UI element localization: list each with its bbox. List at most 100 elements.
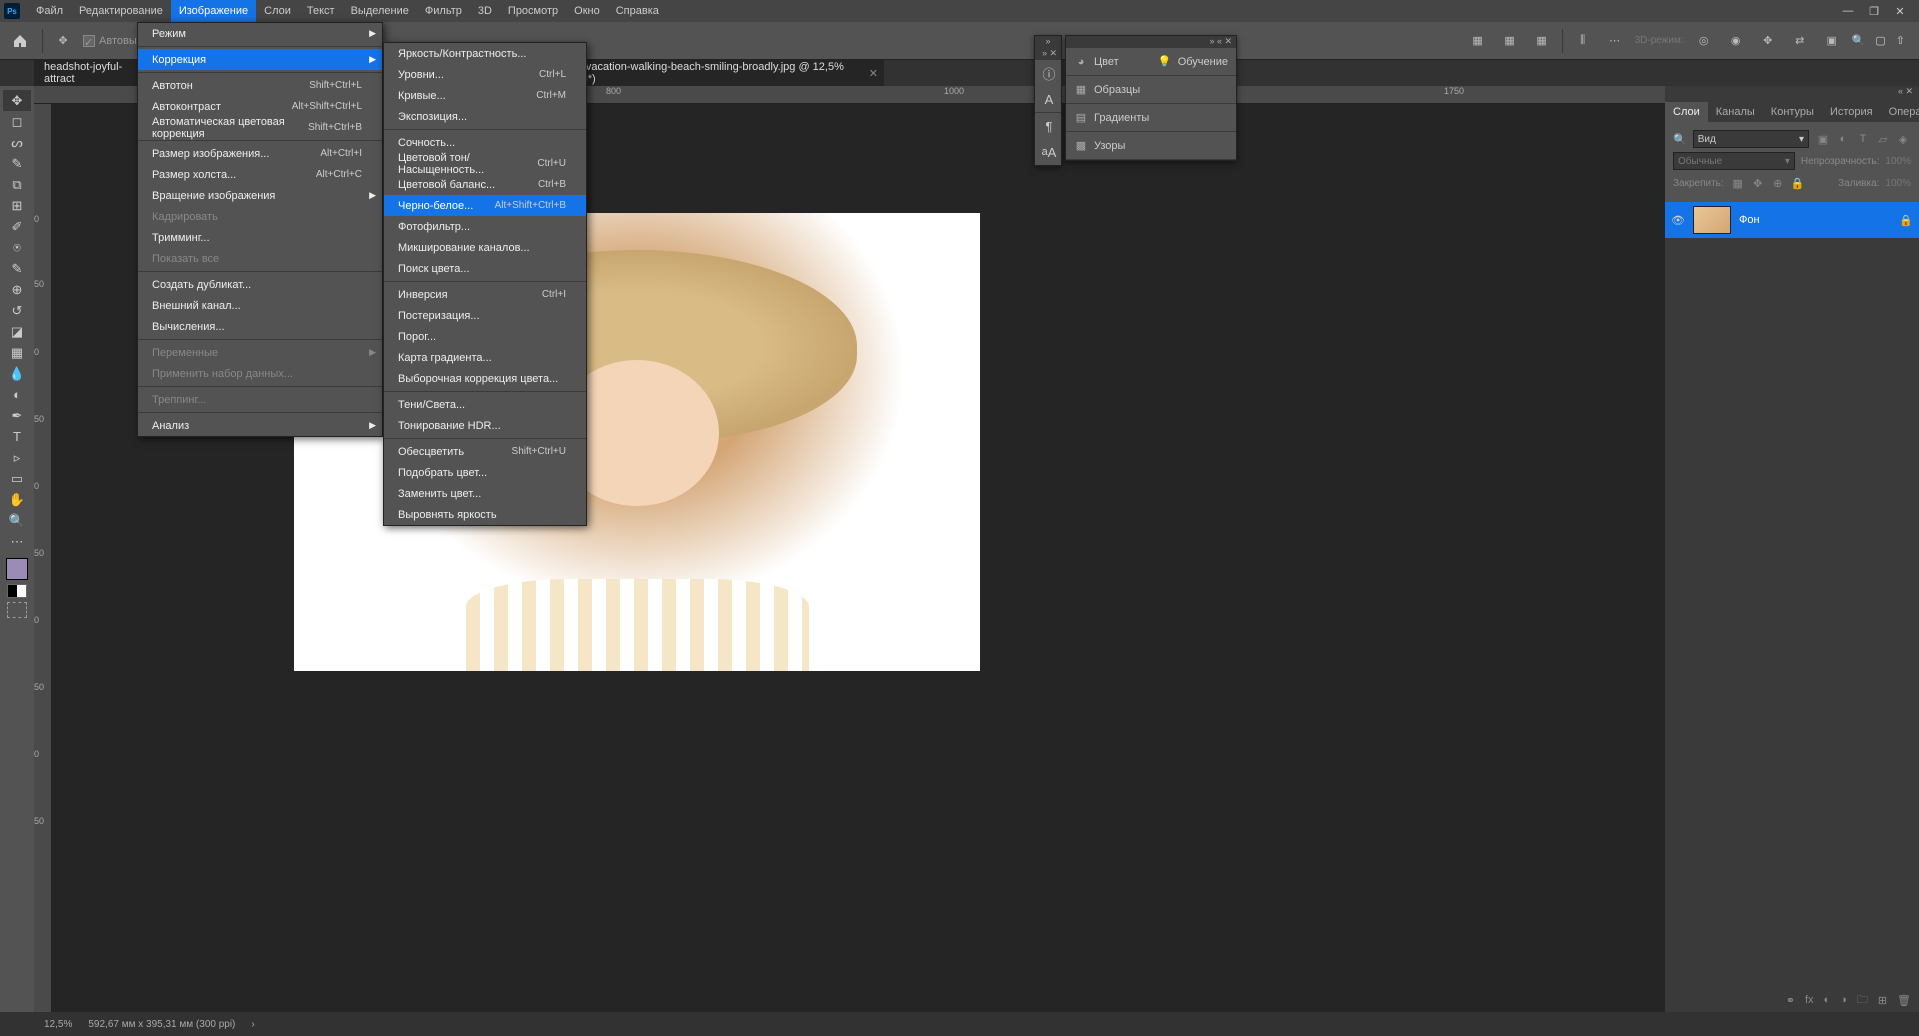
menu-item[interactable]: Тримминг... [138,227,382,248]
menu-item[interactable]: Постеризация... [384,305,586,326]
menu-item[interactable]: Анализ▶ [138,415,382,436]
share-icon[interactable]: ⇧ [1896,34,1905,47]
stamp-tool[interactable]: ⊕ [3,279,31,300]
glyphs-panel-icon[interactable]: aA [1035,139,1063,165]
learn-panel-button[interactable]: 💡Обучение [1150,55,1236,69]
menu-текст[interactable]: Текст [299,0,343,22]
adjustment-icon[interactable]: ◑ [1840,994,1847,1006]
healing-tool[interactable]: ⍟ [3,237,31,258]
new-layer-icon[interactable]: ⊞ [1878,994,1887,1007]
gradient-tool[interactable]: ▦ [3,342,31,363]
menu-item[interactable]: Фотофильтр... [384,216,586,237]
menu-item[interactable]: Сочность... [384,132,586,153]
menu-файл[interactable]: Файл [28,0,71,22]
workspace-icon[interactable]: ▢ [1875,34,1885,47]
3d-pan-icon[interactable]: ✥ [1756,29,1780,53]
menu-item[interactable]: Размер холста...Alt+Ctrl+C [138,164,382,185]
3d-slide-icon[interactable]: ⇄ [1788,29,1812,53]
menu-item[interactable]: Вычисления... [138,316,382,337]
menu-item[interactable]: Коррекция▶ [138,49,382,70]
close-tab-icon[interactable]: ✕ [869,67,878,80]
menu-справка[interactable]: Справка [608,0,667,22]
frame-tool[interactable]: ⊞ [3,195,31,216]
collapse-panels-icon[interactable]: « ✕ [1665,86,1919,98]
menu-item[interactable]: Внешний канал... [138,295,382,316]
close-icon[interactable]: ✕ [1893,5,1907,18]
menu-item[interactable]: Экспозиция... [384,106,586,127]
fx-icon[interactable]: fx [1805,994,1814,1006]
mask-icon[interactable]: ◐ [1824,994,1831,1006]
menu-item[interactable]: АвтотонShift+Ctrl+L [138,75,382,96]
menu-item[interactable]: Порог... [384,326,586,347]
type-tool[interactable]: T [3,426,31,447]
layer-name[interactable]: Фон [1739,214,1760,226]
menu-item[interactable]: Яркость/Контрастность... [384,43,586,64]
menu-item[interactable]: АвтоконтрастAlt+Shift+Ctrl+L [138,96,382,117]
move-tool[interactable]: ✥ [3,90,31,111]
menu-item[interactable]: Кривые...Ctrl+M [384,85,586,106]
menu-item[interactable]: Карта градиента... [384,347,586,368]
distribute-icon[interactable]: ⫼ [1571,29,1595,53]
minimize-icon[interactable]: — [1841,5,1855,18]
lock-all-icon[interactable]: 🔒 [1790,177,1806,190]
home-button[interactable] [6,27,34,55]
shape-tool[interactable]: ▭ [3,468,31,489]
3d-camera-icon[interactable]: ▣ [1820,29,1844,53]
collapse-icon[interactable]: » « ✕ [1066,36,1236,48]
group-icon[interactable]: 🗀 [1857,991,1868,1010]
menu-изображение[interactable]: Изображение [171,0,256,22]
tab-channels[interactable]: Каналы [1708,102,1763,122]
align-center-icon[interactable]: ▦ [1498,29,1522,53]
lock-icon[interactable]: 🔒 [1899,214,1913,227]
fill-value[interactable]: 100% [1885,178,1911,189]
menu-item[interactable]: Размер изображения...Alt+Ctrl+I [138,143,382,164]
dodge-tool[interactable]: ◐ [3,384,31,405]
marquee-tool[interactable]: ◻ [3,111,31,132]
menu-item[interactable]: Цветовой тон/Насыщенность...Ctrl+U [384,153,586,174]
paragraph-panel-icon[interactable]: ¶ [1035,113,1063,139]
menu-item[interactable]: Подобрать цвет... [384,462,586,483]
gradients-panel-button[interactable]: ▤Градиенты [1066,111,1236,125]
filter-type-icon[interactable]: T [1855,133,1871,146]
zoom-level[interactable]: 12,5% [44,1019,72,1030]
blur-tool[interactable]: 💧 [3,363,31,384]
blend-mode-select[interactable]: Обычные▾ [1673,152,1795,170]
quick-mask[interactable] [7,602,27,618]
menu-item[interactable]: Выборочная коррекция цвета... [384,368,586,389]
menu-item[interactable]: ОбесцветитьShift+Ctrl+U [384,441,586,462]
zoom-tool[interactable]: 🔍 [3,510,31,531]
align-left-icon[interactable]: ▦ [1466,29,1490,53]
filter-smart-icon[interactable]: ◈ [1895,133,1911,146]
tab-history[interactable]: История [1822,102,1881,122]
3d-orbit-icon[interactable]: ◎ [1692,29,1716,53]
quick-select-tool[interactable]: ✎ [3,153,31,174]
color-panel-button[interactable]: ◕Цвет [1066,55,1150,69]
menu-item[interactable]: Тени/Света... [384,394,586,415]
swatches-panel-button[interactable]: ▦Образцы [1066,83,1236,97]
menu-item[interactable]: Уровни...Ctrl+L [384,64,586,85]
link-layers-icon[interactable]: ⚭ [1786,994,1795,1007]
menu-item[interactable]: Создать дубликат... [138,274,382,295]
lock-pixels-icon[interactable]: ▦ [1730,177,1746,190]
menu-фильтр[interactable]: Фильтр [417,0,470,22]
menu-просмотр[interactable]: Просмотр [500,0,566,22]
menu-item[interactable]: Выровнять яркость [384,504,586,525]
lock-artboard-icon[interactable]: ⊕ [1770,177,1786,190]
collapse-icon[interactable]: » [1035,36,1061,48]
patterns-panel-button[interactable]: ▩Узоры [1066,139,1236,153]
menu-item[interactable]: Поиск цвета... [384,258,586,279]
default-colors[interactable] [7,584,27,598]
layer-item-background[interactable]: 👁 Фон 🔒 [1665,202,1919,238]
filter-adjust-icon[interactable]: ◐ [1835,133,1851,146]
menu-выделение[interactable]: Выделение [343,0,417,22]
status-arrow-icon[interactable]: › [251,1019,254,1030]
tab-layers[interactable]: Слои [1665,102,1708,122]
menu-редактирование[interactable]: Редактирование [71,0,171,22]
menu-окно[interactable]: Окно [566,0,608,22]
menu-слои[interactable]: Слои [256,0,299,22]
foreground-color[interactable] [6,558,28,580]
brush-tool[interactable]: ✎ [3,258,31,279]
opacity-value[interactable]: 100% [1885,156,1911,167]
search-icon[interactable]: 🔍 [1852,34,1866,47]
menu-item[interactable]: Тонирование HDR... [384,415,586,436]
